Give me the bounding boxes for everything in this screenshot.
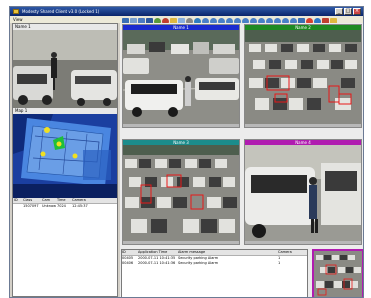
site-map[interactable] — [13, 114, 117, 198]
alarm-row[interactable]: 00406 2000-07-11 10:41:36 Security parki… — [122, 261, 307, 266]
camera-1-view — [123, 30, 239, 124]
col-event-id[interactable]: ID — [122, 250, 138, 255]
col-alarm-message[interactable]: Alarm message — [178, 250, 278, 255]
camera-pane-1[interactable]: Name 1 — [122, 24, 240, 128]
menu-item-view[interactable]: View — [13, 17, 23, 22]
camera-3-view — [123, 145, 239, 241]
app-icon — [13, 9, 19, 14]
object-list: ID Class Cam Time Camera 1507097 Unknown… — [13, 198, 117, 209]
camera-2-statusbar — [245, 124, 361, 127]
app-window: Modesty Shared Client v3.0 (Locked 1) _ … — [9, 6, 364, 298]
left-panel: Name 1 Map 1 ID Class Cam Time Camera 15… — [12, 23, 118, 297]
camera-pane-2[interactable]: Name 2 — [244, 24, 362, 128]
close-button[interactable]: × — [353, 8, 361, 15]
camera-4-statusbar — [245, 241, 361, 244]
alarm-preview[interactable] — [312, 249, 363, 297]
camera-pane-4[interactable]: Name 4 — [244, 139, 362, 245]
camera-3-statusbar — [123, 241, 239, 244]
col-class[interactable]: Class — [22, 198, 41, 203]
left-camera-view[interactable] — [13, 30, 117, 108]
camera-1-statusbar — [123, 124, 239, 127]
camera-4-view — [245, 145, 361, 241]
minimize-button[interactable]: _ — [335, 8, 343, 15]
col-time[interactable]: Time — [56, 198, 71, 203]
window-title: Modesty Shared Client v3.0 (Locked 1) — [22, 9, 100, 14]
alarm-event-list: ID Application Time Alarm message Camera… — [121, 249, 308, 297]
col-cam[interactable]: Cam — [41, 198, 56, 203]
object-list-row[interactable]: 1507097 Unknown 7024 12:45:37 — [13, 204, 117, 209]
col-id[interactable]: ID — [13, 198, 22, 203]
col-camera[interactable]: Camera — [278, 250, 298, 255]
maximize-button[interactable]: □ — [344, 8, 352, 15]
camera-2-view — [245, 30, 361, 124]
alarm-preview-image — [314, 251, 362, 297]
video-grid: Name 1 Name 2 Name 3 Name 4 ID Applicati… — [120, 23, 363, 297]
col-application-time[interactable]: Application Time — [138, 250, 178, 255]
col-camera[interactable]: Camera — [71, 198, 92, 203]
camera-pane-3[interactable]: Name 3 — [122, 139, 240, 245]
